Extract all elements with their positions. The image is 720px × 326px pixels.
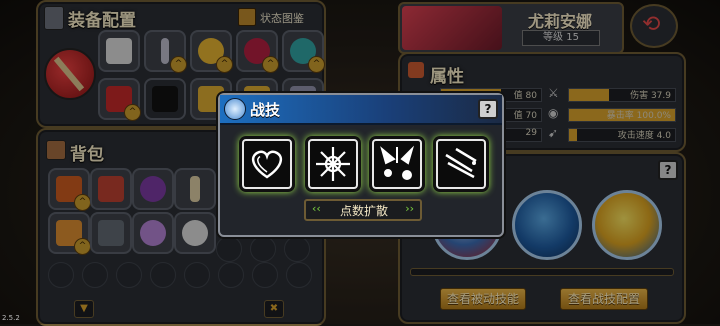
frost-burst-icon xyxy=(380,145,415,180)
ice-shards-icon xyxy=(445,147,477,179)
left-arrows-icon: ‹‹ xyxy=(312,202,321,215)
snowflake-icon xyxy=(316,147,350,181)
skill-dialog: 战技 ? ‹‹ 点数扩散 ›› xyxy=(218,93,504,237)
heart-icon xyxy=(251,150,283,179)
dialog-title: 战技 xyxy=(250,101,281,119)
expand-points-button[interactable]: ‹‹ 点数扩散 ›› xyxy=(304,199,422,221)
dialog-title-icon xyxy=(224,98,246,120)
right-arrows-icon: ›› xyxy=(405,202,414,215)
expand-points-label: 点数扩散 xyxy=(339,204,388,218)
skill-card-frost-burst[interactable] xyxy=(372,139,422,189)
skill-card-heart[interactable] xyxy=(242,139,292,189)
skill-card-ice-shards[interactable] xyxy=(436,139,486,189)
version-label: 2.5.2 xyxy=(2,314,20,322)
help-icon: ? xyxy=(484,102,492,116)
dialog-help-button[interactable]: ? xyxy=(478,99,498,119)
dialog-header: 战技 ? xyxy=(220,95,502,125)
skill-card-snowflake[interactable] xyxy=(308,139,358,189)
